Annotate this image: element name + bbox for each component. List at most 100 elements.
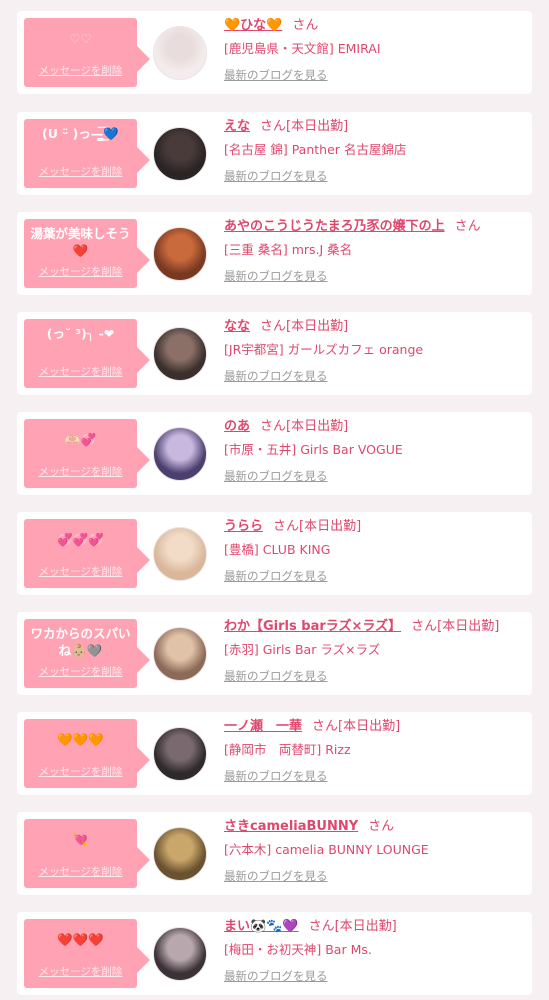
latest-blog-link[interactable]: 最新のブログを見る	[224, 768, 328, 784]
message-bubble: (っ˘ ³)╮ -❤ メッセージを削除	[24, 319, 150, 388]
name-line: うらら さん[本日出勤]	[224, 517, 361, 537]
avatar[interactable]	[153, 727, 207, 781]
name-line: 🧡ひな🧡 さん	[224, 16, 318, 36]
delete-message-link[interactable]: メッセージを削除	[24, 764, 137, 779]
message-bubble: 湯葉が美味しそう❤️ メッセージを削除	[24, 219, 150, 288]
name-line: なな さん[本日出勤]	[224, 317, 348, 337]
name-line: さきcameliaBUNNY さん	[224, 817, 394, 837]
message-card: 💞💞💞 メッセージを削除 うらら さん[本日出勤] [豊橋] CLUB KING …	[17, 512, 532, 595]
message-text: ❤️❤️❤️	[57, 932, 104, 947]
cast-name-link[interactable]: うらら	[224, 519, 263, 534]
cast-name-link[interactable]: 一ノ瀬 一華	[224, 719, 302, 734]
message-card: (っ˘ ³)╮ -❤ メッセージを削除 なな さん[本日出勤] [JR宇都宮] ガ…	[17, 312, 532, 395]
avatar[interactable]	[153, 427, 207, 481]
cast-name-link[interactable]: なな	[224, 319, 250, 334]
message-text: (っ˘ ³)╮ -❤	[46, 326, 115, 341]
cast-name-link[interactable]: えな	[224, 119, 250, 134]
message-bubble: 🧡🧡🧡 メッセージを削除	[24, 719, 150, 788]
shop-label: [梅田・お初天神] Bar Ms.	[224, 942, 372, 957]
message-bubble: (U ᵕ̈ )っ—̳͟͞͞💙 メッセージを削除	[24, 119, 150, 188]
status-label: [本日出勤]	[299, 519, 362, 534]
delete-message-link[interactable]: メッセージを削除	[24, 664, 137, 679]
delete-message-link[interactable]: メッセージを削除	[24, 864, 137, 879]
message-card: ❤️❤️❤️ メッセージを削除 まい🐼🐾💜 さん[本日出勤] [梅田・お初天神] …	[17, 912, 532, 995]
honorific: さん	[454, 219, 481, 234]
message-bubble: ❤️❤️❤️ メッセージを削除	[24, 919, 150, 988]
honorific: さん	[312, 719, 339, 734]
message-text: ワカからのスパいね👶🏼🩶	[30, 626, 131, 658]
status-label: [本日出勤]	[286, 119, 349, 134]
message-text: 🧡🧡🧡	[57, 732, 104, 747]
avatar[interactable]	[153, 627, 207, 681]
honorific: さん	[411, 619, 438, 634]
message-card: ワカからのスパいね👶🏼🩶 メッセージを削除 わか【Girls barラズ×ラズ】…	[17, 612, 532, 695]
delete-message-link[interactable]: メッセージを削除	[24, 464, 137, 479]
shop-label: [赤羽] Girls Bar ラズ×ラズ	[224, 642, 381, 657]
cast-name-link[interactable]: 🧡ひな🧡	[224, 18, 282, 33]
shop-label: [静岡市 両替町] Rizz	[224, 742, 351, 757]
cast-name-link[interactable]: わか【Girls barラズ×ラズ】	[224, 619, 401, 634]
cast-name-link[interactable]: のあ	[224, 419, 250, 434]
name-line: 一ノ瀬 一華 さん[本日出勤]	[224, 717, 400, 737]
honorific: さん	[273, 519, 300, 534]
name-line: のあ さん[本日出勤]	[224, 417, 348, 437]
latest-blog-link[interactable]: 最新のブログを見る	[224, 168, 328, 184]
status-label: [本日出勤]	[334, 919, 397, 934]
honorific: さん	[308, 919, 335, 934]
shop-label: [鹿児島県・天文館] EMIRAI	[224, 41, 381, 56]
avatar[interactable]	[153, 527, 207, 581]
shop-label: [名古屋 錦] Panther 名古屋錦店	[224, 142, 407, 157]
avatar[interactable]	[153, 227, 207, 281]
delete-message-link[interactable]: メッセージを削除	[24, 564, 137, 579]
avatar[interactable]	[153, 26, 207, 80]
avatar[interactable]	[153, 127, 207, 181]
message-bubble: ワカからのスパいね👶🏼🩶 メッセージを削除	[24, 619, 150, 688]
latest-blog-link[interactable]: 最新のブログを見る	[224, 268, 328, 284]
message-text: ♡♡	[69, 31, 92, 46]
shop-label: [三重 桑名] mrs.J 桑名	[224, 242, 353, 257]
latest-blog-link[interactable]: 最新のブログを見る	[224, 368, 328, 384]
message-card: 💘 メッセージを削除 さきcameliaBUNNY さん [六本木] cameli…	[17, 812, 532, 895]
delete-message-link[interactable]: メッセージを削除	[24, 364, 137, 379]
delete-message-link[interactable]: メッセージを削除	[24, 63, 137, 78]
status-label: [本日出勤]	[338, 719, 401, 734]
avatar[interactable]	[153, 327, 207, 381]
latest-blog-link[interactable]: 最新のブログを見る	[224, 568, 328, 584]
honorific: さん	[260, 319, 287, 334]
message-card: ♡♡ メッセージを削除 🧡ひな🧡 さん [鹿児島県・天文館] EMIRAI 最新の…	[17, 11, 532, 94]
message-card: 🧡🧡🧡 メッセージを削除 一ノ瀬 一華 さん[本日出勤] [静岡市 両替町] Ri…	[17, 712, 532, 795]
honorific: さん	[260, 419, 287, 434]
honorific: さん	[292, 18, 319, 33]
status-label: [本日出勤]	[437, 619, 500, 634]
delete-message-link[interactable]: メッセージを削除	[24, 164, 137, 179]
latest-blog-link[interactable]: 最新のブログを見る	[224, 868, 328, 884]
cast-name-link[interactable]: まい🐼🐾💜	[224, 919, 299, 934]
message-text: 🫶🏻💞	[64, 432, 97, 447]
message-text: 💘	[72, 832, 89, 847]
latest-blog-link[interactable]: 最新のブログを見る	[224, 968, 328, 984]
message-text: 湯葉が美味しそう❤️	[30, 226, 131, 258]
avatar[interactable]	[153, 927, 207, 981]
status-label: [本日出勤]	[286, 419, 349, 434]
name-line: あやのこうじうたまろ乃豕の嬢下の上 さん	[224, 217, 481, 237]
shop-label: [六本木] camelia BUNNY LOUNGE	[224, 842, 429, 857]
name-line: えな さん[本日出勤]	[224, 117, 348, 137]
honorific: さん	[368, 819, 395, 834]
delete-message-link[interactable]: メッセージを削除	[24, 264, 137, 279]
message-bubble: 💞💞💞 メッセージを削除	[24, 519, 150, 588]
name-line: まい🐼🐾💜 さん[本日出勤]	[224, 917, 397, 937]
avatar[interactable]	[153, 827, 207, 881]
latest-blog-link[interactable]: 最新のブログを見る	[224, 67, 328, 83]
delete-message-link[interactable]: メッセージを削除	[24, 964, 137, 979]
message-bubble: ♡♡ メッセージを削除	[24, 18, 150, 87]
latest-blog-link[interactable]: 最新のブログを見る	[224, 468, 328, 484]
latest-blog-link[interactable]: 最新のブログを見る	[224, 668, 328, 684]
cast-name-link[interactable]: あやのこうじうたまろ乃豕の嬢下の上	[224, 219, 445, 234]
message-card: 湯葉が美味しそう❤️ メッセージを削除 あやのこうじうたまろ乃豕の嬢下の上 さん …	[17, 212, 532, 295]
message-card: 🫶🏻💞 メッセージを削除 のあ さん[本日出勤] [市原・五井] Girls Ba…	[17, 412, 532, 495]
message-bubble: 🫶🏻💞 メッセージを削除	[24, 419, 150, 488]
cast-name-link[interactable]: さきcameliaBUNNY	[224, 819, 358, 834]
message-text: 💞💞💞	[57, 532, 104, 547]
message-card: (U ᵕ̈ )っ—̳͟͞͞💙 メッセージを削除 えな さん[本日出勤] [名古屋 …	[17, 112, 532, 195]
shop-label: [市原・五井] Girls Bar VOGUE	[224, 442, 403, 457]
